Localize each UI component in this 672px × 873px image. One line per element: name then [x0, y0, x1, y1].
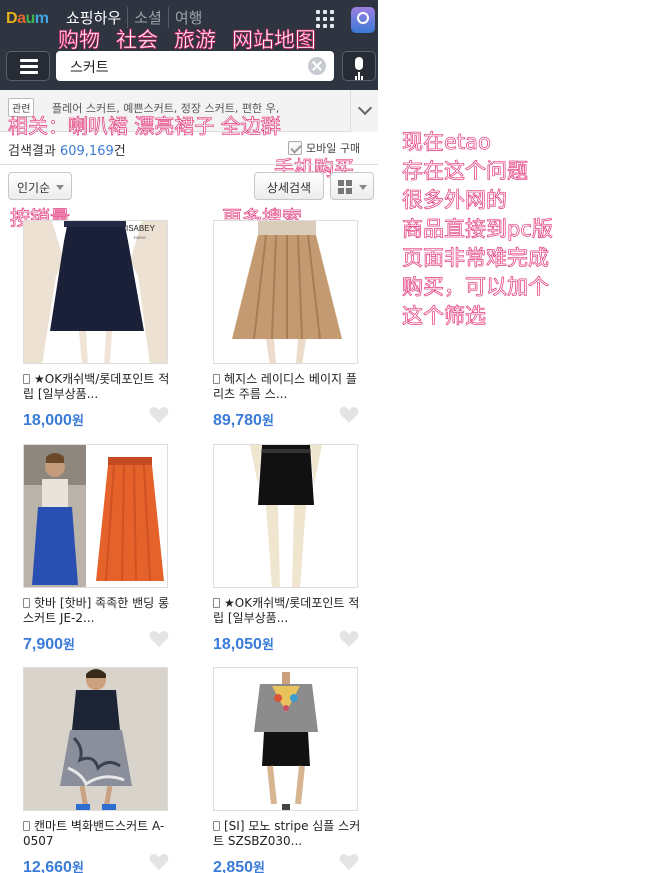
menu-button[interactable] [6, 51, 50, 81]
advanced-search-button[interactable]: 상세검색 [254, 172, 324, 200]
product-price: 2,850원 [213, 859, 266, 873]
product-image[interactable] [213, 220, 358, 364]
top-bar: Daum 쇼핑하우 소셜 여행 购物 社会 旅游 网站地图 스커트 [0, 0, 378, 90]
annotation-nav: 购物 社会 旅游 网站地图 [58, 28, 317, 53]
annotation-related: 相关：喇叭裙 漂亮裙子 全边群 [8, 114, 281, 139]
product-price: 18,050원 [213, 636, 274, 653]
daum-logo[interactable]: Daum [6, 10, 49, 28]
search-input[interactable]: 스커트 [56, 51, 334, 81]
heart-icon[interactable] [149, 406, 169, 424]
product-image[interactable] [23, 667, 168, 811]
product-price: 89,780원 [213, 412, 274, 429]
mobile-device-icon [213, 598, 220, 608]
search-query: 스커트 [70, 60, 109, 76]
product-title[interactable]: 헤지스 레이디스 베이지 플리츠 주름 스... [213, 372, 363, 402]
product-price: 7,900원 [23, 636, 76, 653]
svg-text:ISABEY: ISABEY [126, 224, 156, 233]
microphone-icon[interactable] [342, 51, 376, 81]
svg-text:PARIS: PARIS [134, 235, 146, 240]
grid-view-icon[interactable] [330, 172, 374, 200]
product-image[interactable] [23, 444, 168, 588]
product-title[interactable]: ★OK캐쉬백/롯데포인트 적립 [일부상품... [213, 596, 363, 626]
product-image[interactable]: ISABEY PARIS [23, 220, 168, 364]
mobile-device-icon [213, 374, 220, 384]
annotation-panel: 现在etao 存在这个问题 很多外网的 商品直接到pc版 页面非常难完成 购买，… [378, 0, 672, 873]
heart-icon[interactable] [149, 630, 169, 648]
annotation-note: 现在etao 存在这个问题 很多外网的 商品直接到pc版 页面非常难完成 购买，… [402, 130, 553, 329]
clear-icon[interactable] [308, 57, 326, 75]
heart-icon[interactable] [339, 406, 359, 424]
mobile-device-icon [213, 821, 220, 831]
heart-icon[interactable] [339, 630, 359, 648]
shopping-app-icon[interactable] [351, 7, 375, 33]
chevron-down-icon[interactable] [350, 90, 378, 132]
product-title[interactable]: [SI] 모노 stripe 심플 스커트 SZSBZ030... [213, 819, 363, 849]
sort-dropdown[interactable]: 인기순 [8, 172, 72, 200]
apps-grid-icon[interactable] [316, 10, 336, 28]
product-title[interactable]: 핫바 [핫바] 족족한 밴딩 롱스커트 JE-2... [23, 596, 173, 626]
result-count: 검색결과 609,169건 [8, 144, 126, 159]
mobile-device-icon [23, 598, 30, 608]
product-price: 12,660원 [23, 859, 84, 873]
phone-screen: Daum 쇼핑하우 소셜 여행 购物 社会 旅游 网站地图 스커트 관련 플레어… [0, 0, 378, 873]
product-image[interactable] [213, 667, 358, 811]
product-title[interactable]: ★OK캐쉬백/롯데포인트 적립 [일부상품... [23, 372, 173, 402]
mobile-device-icon [23, 821, 30, 831]
product-image[interactable] [213, 444, 358, 588]
heart-icon[interactable] [149, 853, 169, 871]
divider [0, 164, 378, 165]
heart-icon[interactable] [339, 853, 359, 871]
mobile-device-icon [23, 374, 30, 384]
product-title[interactable]: 캔마트 벽화밴드스커트 A-0507 [23, 819, 173, 849]
product-price: 18,000원 [23, 412, 84, 429]
